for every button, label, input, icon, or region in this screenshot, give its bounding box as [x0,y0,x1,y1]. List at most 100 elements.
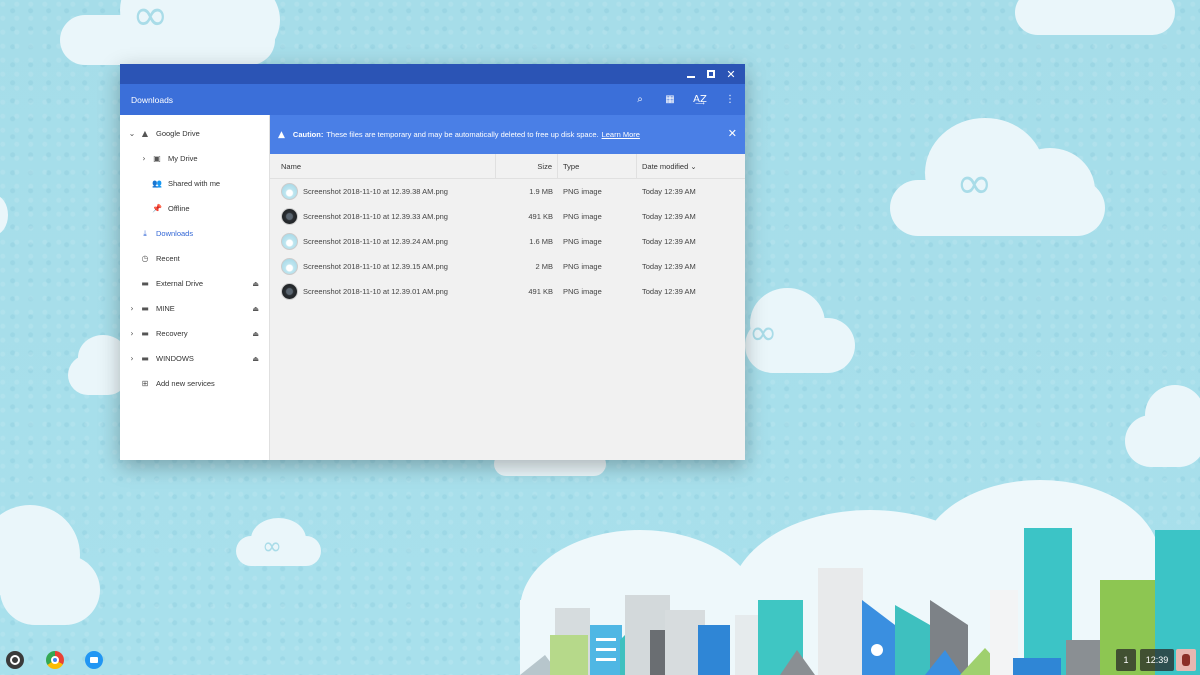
chevron-down-icon[interactable]: ⌄ [126,129,138,138]
sidebar-item-recent[interactable]: ◷ Recent [120,246,269,271]
app-header: Downloads ⌕ ▦ A͢Z ⋮ [120,84,745,115]
notification-counter[interactable]: 1 [1116,649,1136,671]
eject-icon[interactable]: ⏏ [252,280,259,288]
more-menu-button[interactable]: ⋮ [715,84,745,115]
close-window-button[interactable]: ✕ [721,64,741,84]
sidebar-item-external-drive[interactable]: ▬ External Drive ⏏ [120,271,269,296]
sidebar-item-label: Recovery [156,329,188,338]
file-name: Screenshot 2018-11-10 at 12.39.33 AM.png [303,212,448,221]
sidebar-item-shared-with-me[interactable]: 👥 Shared with me [120,171,269,196]
sidebar-item-label: WINDOWS [156,354,194,363]
sidebar-item-windows[interactable]: › ▬ WINDOWS ⏏ [120,346,269,371]
launcher-button[interactable] [6,651,24,669]
banner-label: Caution: [292,130,324,139]
close-banner-icon[interactable]: ✕ [728,127,737,140]
file-date: Today 12:39 AM [642,212,696,221]
file-date: Today 12:39 AM [642,237,696,246]
file-size: 1.6 MB [529,237,553,246]
window-titlebar[interactable]: ✕ [120,64,745,84]
sidebar-item-label: External Drive [156,279,204,288]
column-header-type[interactable]: Type [558,153,637,179]
eject-icon[interactable]: ⏏ [252,305,259,313]
sidebar-item-label: Shared with me [168,179,221,188]
chevron-right-icon[interactable]: › [126,329,138,338]
minimize-button[interactable] [681,64,701,84]
system-clock[interactable]: 12:39 [1140,649,1174,671]
grid-icon: ▦ [665,94,675,105]
google-drive-icon: ▲ [141,129,149,138]
column-header-date-modified[interactable]: Date modified ⌄ [637,154,745,179]
image-thumbnail [281,233,298,250]
banner-text: These files are temporary and may be aut… [326,130,599,139]
sidebar-item-label: Downloads [156,229,194,238]
drive-icon: ▬ [141,329,149,338]
file-name: Screenshot 2018-11-10 at 12.39.15 AM.png [303,262,448,271]
table-row[interactable]: Screenshot 2018-11-10 at 12.39.01 AM.png… [270,279,745,304]
sort-button[interactable]: A͢Z [685,84,715,115]
file-type: PNG image [563,212,602,221]
files-app-window: ✕ Downloads ⌕ ▦ A͢Z ⋮ ⌄ ▲ Google Drive ›… [120,64,745,460]
column-header-size[interactable]: Size [496,153,558,179]
file-name: Screenshot 2018-11-10 at 12.39.24 AM.png [303,237,448,246]
sidebar-item-label: Offline [168,204,190,213]
table-row[interactable]: Screenshot 2018-11-10 at 12.39.15 AM.png… [270,254,745,279]
table-row[interactable]: Screenshot 2018-11-10 at 12.39.24 AM.png… [270,229,745,254]
search-icon: ⌕ [637,94,643,105]
eject-icon[interactable]: ⏏ [252,330,259,338]
file-size: 2 MB [535,262,553,271]
sidebar-item-label: Recent [156,254,180,263]
sidebar-item-downloads[interactable]: ⤓ Downloads [120,221,269,246]
file-type: PNG image [563,262,602,271]
file-size: 491 KB [528,287,553,296]
file-name: Screenshot 2018-11-10 at 12.39.01 AM.png [303,287,448,296]
chevron-right-icon[interactable]: › [126,304,138,313]
minimize-icon [687,76,695,78]
file-date: Today 12:39 AM [642,187,696,196]
table-row[interactable]: Screenshot 2018-11-10 at 12.39.33 AM.png… [270,204,745,229]
chevron-right-icon[interactable]: › [126,354,138,363]
sidebar-item-add-new-services[interactable]: ⊞ Add new services [120,371,269,396]
file-list-panel: ▲ Caution: These files are temporary and… [270,115,745,460]
maximize-button[interactable] [701,64,721,84]
sidebar: ⌄ ▲ Google Drive › ▣ My Drive 👥 Shared w… [120,115,270,460]
search-button[interactable]: ⌕ [625,84,655,115]
file-size: 1.9 MB [529,187,553,196]
people-icon: 👥 [152,179,162,188]
files-icon [90,657,98,663]
table-header: Name Size Type Date modified ⌄ [270,153,745,179]
image-thumbnail [281,208,298,225]
drive-icon: ▬ [141,354,149,363]
pin-icon: 📌 [152,204,162,213]
eject-icon[interactable]: ⏏ [252,355,259,363]
sidebar-item-label: My Drive [168,154,198,163]
file-type: PNG image [563,237,602,246]
sidebar-item-mine[interactable]: › ▬ MINE ⏏ [120,296,269,321]
files-app-button[interactable] [85,651,103,669]
warning-icon: ▲ [278,129,285,140]
chrome-app-button[interactable] [46,651,64,669]
add-box-icon: ⊞ [141,379,149,388]
grid-view-button[interactable]: ▦ [655,84,685,115]
sidebar-item-google-drive[interactable]: ⌄ ▲ Google Drive [120,121,269,146]
learn-more-link[interactable]: Learn More [602,130,640,139]
folder-drive-icon: ▣ [153,154,161,163]
file-type: PNG image [563,287,602,296]
sidebar-item-recovery[interactable]: › ▬ Recovery ⏏ [120,321,269,346]
user-avatar[interactable] [1176,649,1196,671]
image-thumbnail [281,283,298,300]
image-thumbnail [281,183,298,200]
table-row[interactable]: Screenshot 2018-11-10 at 12.39.38 AM.png… [270,179,745,204]
file-date: Today 12:39 AM [642,287,696,296]
sidebar-item-my-drive[interactable]: › ▣ My Drive [120,146,269,171]
download-icon: ⤓ [143,228,147,238]
file-size: 491 KB [528,212,553,221]
drive-icon: ▬ [141,304,149,313]
column-header-name[interactable]: Name [270,153,496,179]
chevron-right-icon[interactable]: › [138,154,150,163]
avatar-icon [1182,654,1190,666]
sidebar-item-offline[interactable]: 📌 Offline [120,196,269,221]
chrome-icon [51,656,59,664]
launcher-icon [10,655,20,665]
page-title: Downloads [131,94,174,105]
file-date: Today 12:39 AM [642,262,696,271]
